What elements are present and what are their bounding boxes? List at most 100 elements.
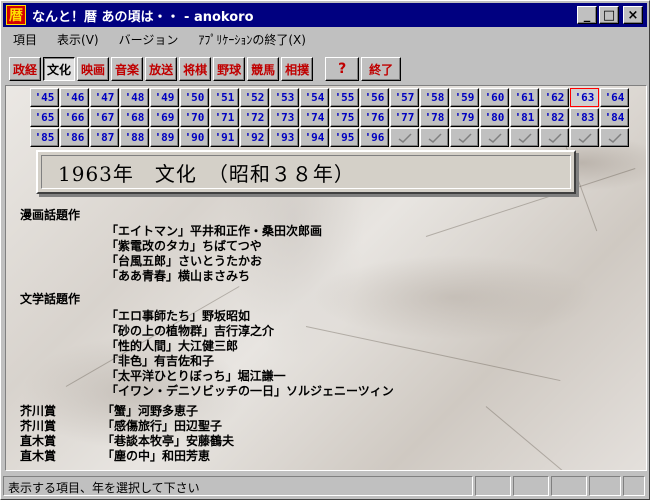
year-button[interactable]: '63: [570, 88, 599, 107]
year-button[interactable]: '52: [240, 88, 269, 107]
year-button[interactable]: '92: [240, 128, 269, 147]
year-button[interactable]: '72: [240, 108, 269, 127]
year-button[interactable]: '48: [120, 88, 149, 107]
empty-year-button: [510, 128, 539, 147]
award-entry: 「巷談本牧亭」安藤鶴夫: [102, 434, 235, 448]
checkmark-icon: [458, 132, 472, 143]
close-button[interactable]: ×: [623, 6, 643, 24]
year-button[interactable]: '51: [210, 88, 239, 107]
year-button[interactable]: '49: [150, 88, 179, 107]
empty-year-button: [390, 128, 419, 147]
empty-year-button: [480, 128, 509, 147]
year-button[interactable]: '65: [30, 108, 59, 127]
category-horseracing-button[interactable]: 競馬: [247, 57, 280, 81]
status-text: 表示する項目、年を選択して下さい: [3, 476, 473, 496]
year-button[interactable]: '94: [300, 128, 329, 147]
year-button[interactable]: '81: [510, 108, 539, 127]
title-bar[interactable]: 暦 なんと！暦 あの頃は・・ - anokoro _ □ ×: [3, 3, 647, 27]
year-button[interactable]: '96: [360, 128, 389, 147]
help-button[interactable]: ?: [325, 57, 360, 81]
year-button[interactable]: '61: [510, 88, 539, 107]
literature-entry: 「エロ事師たち」野坂昭如: [106, 309, 251, 323]
year-button[interactable]: '74: [300, 108, 329, 127]
page-title: 1963年 文化 （昭和３８年）: [41, 155, 571, 189]
year-button[interactable]: '91: [210, 128, 239, 147]
year-button[interactable]: '69: [150, 108, 179, 127]
minimize-button[interactable]: _: [577, 6, 597, 24]
menu-items[interactable]: 項目: [3, 31, 47, 48]
category-politics-button[interactable]: 政経: [9, 57, 42, 81]
checkmark-icon: [608, 132, 622, 143]
year-button[interactable]: '95: [330, 128, 359, 147]
year-button[interactable]: '77: [390, 108, 419, 127]
year-button[interactable]: '64: [600, 88, 629, 107]
year-button[interactable]: '82: [540, 108, 569, 127]
year-button[interactable]: '47: [90, 88, 119, 107]
empty-year-button: [420, 128, 449, 147]
year-button[interactable]: '86: [60, 128, 89, 147]
year-button[interactable]: '84: [600, 108, 629, 127]
year-button[interactable]: '75: [330, 108, 359, 127]
end-button[interactable]: 終了: [361, 57, 402, 81]
category-music-button[interactable]: 音楽: [111, 57, 144, 81]
year-button[interactable]: '68: [120, 108, 149, 127]
year-button[interactable]: '79: [450, 108, 479, 127]
year-button[interactable]: '62: [540, 88, 569, 107]
checkmark-icon: [428, 132, 442, 143]
category-broadcast-button[interactable]: 放送: [145, 57, 178, 81]
year-button[interactable]: '90: [180, 128, 209, 147]
year-button[interactable]: '60: [480, 88, 509, 107]
year-button[interactable]: '93: [270, 128, 299, 147]
award-label: 芥川賞: [20, 404, 57, 418]
category-toolbar: 政経 文化 映画 音楽 放送 将棋 野球 競馬 相撲 ? 終了: [9, 57, 403, 81]
literature-entry: 「イワン・デニソビッチの一日」ソルジェニーツィン: [106, 384, 394, 398]
year-button[interactable]: '73: [270, 108, 299, 127]
category-culture-button[interactable]: 文化: [43, 57, 76, 81]
year-button[interactable]: '67: [90, 108, 119, 127]
menu-version[interactable]: バージョン: [109, 31, 189, 48]
year-button[interactable]: '78: [420, 108, 449, 127]
window-title: なんと！暦 あの頃は・・ - anokoro: [32, 9, 254, 25]
empty-year-button: [450, 128, 479, 147]
year-button[interactable]: '83: [570, 108, 599, 127]
year-button[interactable]: '55: [330, 88, 359, 107]
year-button[interactable]: '76: [360, 108, 389, 127]
category-sumo-button[interactable]: 相撲: [281, 57, 314, 81]
category-baseball-button[interactable]: 野球: [213, 57, 246, 81]
year-button[interactable]: '66: [60, 108, 89, 127]
year-button[interactable]: '88: [120, 128, 149, 147]
app-icon[interactable]: 暦: [6, 5, 26, 25]
year-button[interactable]: '59: [450, 88, 479, 107]
year-button[interactable]: '57: [390, 88, 419, 107]
literature-entry: 「性的人間」大江健三郎: [106, 339, 239, 353]
status-panel: [623, 476, 645, 496]
year-button[interactable]: '56: [360, 88, 389, 107]
manga-entry: 「紫電改のタカ」ちばてつや: [106, 239, 262, 253]
year-button[interactable]: '70: [180, 108, 209, 127]
year-button[interactable]: '45: [30, 88, 59, 107]
year-button[interactable]: '80: [480, 108, 509, 127]
literature-section-title: 文学話題作: [20, 292, 81, 306]
menu-view[interactable]: 表示(V): [47, 31, 109, 48]
year-button[interactable]: '89: [150, 128, 179, 147]
year-button[interactable]: '71: [210, 108, 239, 127]
year-button[interactable]: '58: [420, 88, 449, 107]
year-button[interactable]: '87: [90, 128, 119, 147]
year-button[interactable]: '85: [30, 128, 59, 147]
year-button[interactable]: '50: [180, 88, 209, 107]
menu-bar: 項目 表示(V) バージョン ｱﾌﾟﾘｹｰｼｮﾝの終了(X): [3, 29, 647, 49]
year-grid: '45'46'47'48'49'50'51'52'53'54'55'56'57 '…: [30, 88, 629, 147]
category-movie-button[interactable]: 映画: [77, 57, 110, 81]
menu-exit-app[interactable]: ｱﾌﾟﾘｹｰｼｮﾝの終了(X): [188, 31, 316, 48]
year-button[interactable]: '46: [60, 88, 89, 107]
marble-vein: [485, 406, 602, 470]
literature-entry: 「非色」有吉佐和子: [106, 354, 215, 368]
heading-plate: 1963年 文化 （昭和３８年）: [36, 150, 576, 194]
manga-entry: 「台風五郎」さいとうたかお: [106, 254, 263, 268]
year-button[interactable]: '54: [300, 88, 329, 107]
manga-entry: 「ああ青春」横山まさみち: [106, 269, 251, 283]
maximize-button[interactable]: □: [599, 6, 619, 24]
year-button[interactable]: '53: [270, 88, 299, 107]
category-shogi-button[interactable]: 将棋: [179, 57, 212, 81]
content-pane: '45'46'47'48'49'50'51'52'53'54'55'56'57 '…: [5, 85, 647, 471]
